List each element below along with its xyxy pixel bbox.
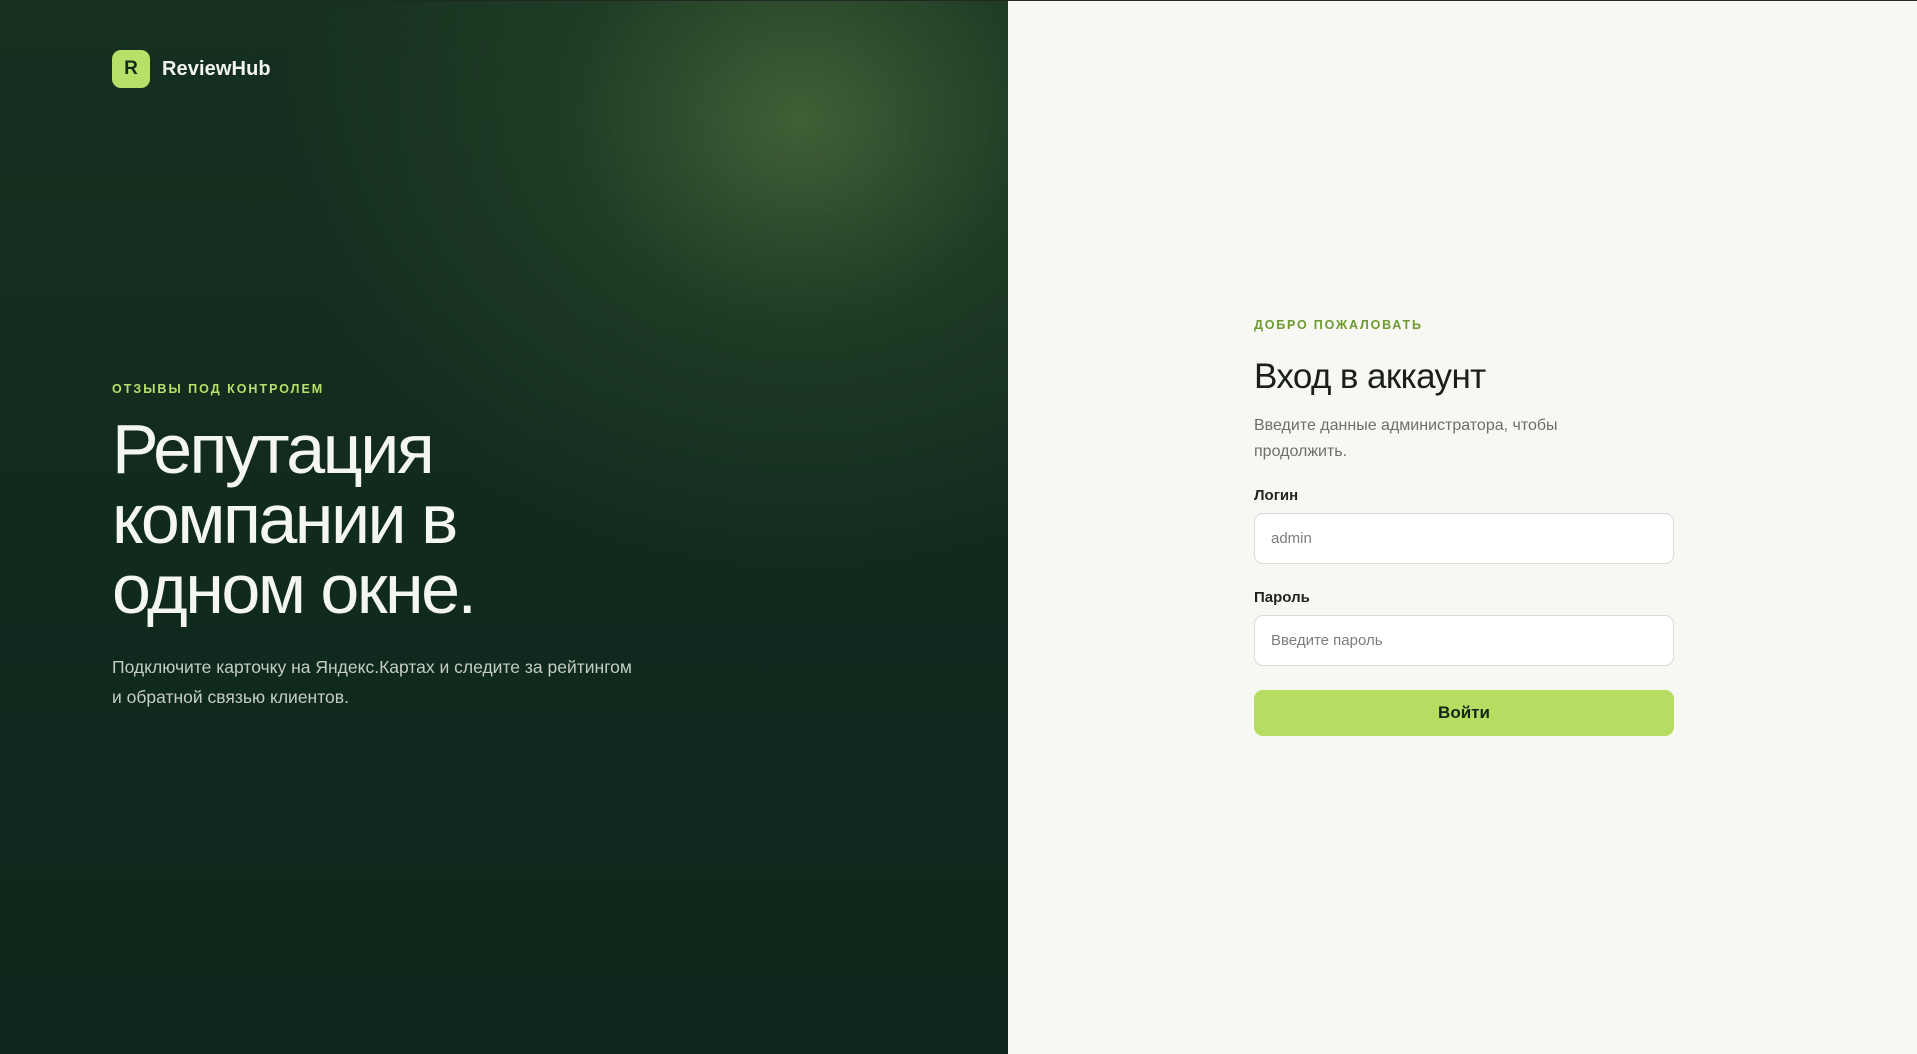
hero-content: ОТЗЫВЫ ПОД КОНТРОЛЕМ Репутация компании … xyxy=(112,382,632,712)
hero-panel: R ReviewHub ОТЗЫВЫ ПОД КОНТРОЛЕМ Репутац… xyxy=(0,1,1008,1054)
login-form: ДОБРО ПОЖАЛОВАТЬ Вход в аккаунт Введите … xyxy=(1254,318,1674,736)
login-button[interactable]: Войти xyxy=(1254,690,1674,736)
brand-name: ReviewHub xyxy=(162,57,271,80)
username-group: Логин xyxy=(1254,487,1674,564)
hero-kicker: ОТЗЫВЫ ПОД КОНТРОЛЕМ xyxy=(112,382,325,396)
welcome-kicker: ДОБРО ПОЖАЛОВАТЬ xyxy=(1254,318,1423,332)
username-label: Логин xyxy=(1254,487,1299,504)
brand[interactable]: R ReviewHub xyxy=(112,50,271,88)
password-label: Пароль xyxy=(1254,589,1310,606)
username-input[interactable] xyxy=(1254,513,1674,564)
login-title: Вход в аккаунт xyxy=(1254,357,1486,396)
hero-subtitle: Подключите карточку на Яндекс.Картах и с… xyxy=(112,657,632,707)
login-page: R ReviewHub ОТЗЫВЫ ПОД КОНТРОЛЕМ Репутац… xyxy=(0,0,1917,1054)
login-panel: ДОБРО ПОЖАЛОВАТЬ Вход в аккаунт Введите … xyxy=(1008,1,1917,1054)
login-description: Введите данные администратора, чтобы про… xyxy=(1254,417,1558,460)
password-input[interactable] xyxy=(1254,615,1674,666)
brand-logo-icon: R xyxy=(112,50,150,88)
password-group: Пароль xyxy=(1254,589,1674,666)
hero-title: Репутация компании в одном окне. xyxy=(112,410,477,628)
